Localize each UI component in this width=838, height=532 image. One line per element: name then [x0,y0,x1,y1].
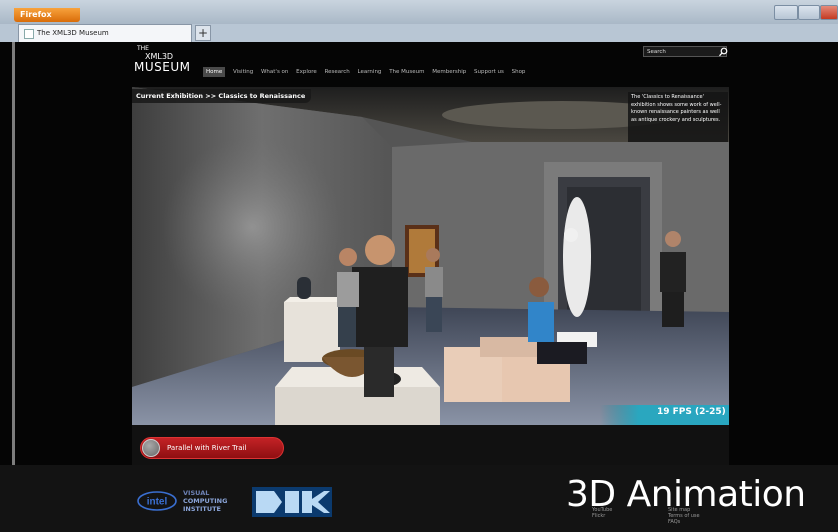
nav-item-the-museum[interactable]: The Museum [389,67,424,77]
footer-link-faqs[interactable]: FAQs [668,519,700,525]
nav-item-whats-on[interactable]: What's on [261,67,288,77]
intel-logo[interactable]: intel [137,490,177,512]
minimize-button[interactable] [774,5,798,20]
intel-logo-text: intel [147,497,168,508]
main-nav: Home Visiting What's on Explore Research… [203,67,531,77]
fps-counter: 19 FPS (2-25) [657,407,726,417]
nav-item-explore[interactable]: Explore [296,67,317,77]
nav-item-home[interactable]: Home [203,67,226,77]
firefox-menu-button[interactable]: Firefox [14,8,80,22]
nav-item-learning[interactable]: Learning [358,67,382,77]
close-button[interactable] [820,5,838,20]
nav-item-membership[interactable]: Membership [432,67,466,77]
video-caption-overlay: 3D Animation [566,474,806,515]
river-trail-toggle-button[interactable]: Parallel with River Trail [140,437,284,459]
maximize-button[interactable] [798,5,820,20]
search-icon[interactable] [718,47,728,57]
tab-title: The XML3D Museum [37,29,109,37]
nav-item-shop[interactable]: Shop [512,67,526,77]
page-icon [24,29,34,39]
dfki-logo[interactable] [252,487,332,517]
browser-titlebar [0,0,838,24]
exhibition-description: The 'Classics to Renaissance' exhibition… [628,92,728,142]
visual-computing-institute-logo[interactable]: VISUAL COMPUTING INSTITUTE [183,489,227,513]
browser-tab[interactable]: The XML3D Museum [18,24,192,42]
toggle-knob-icon[interactable] [142,439,160,457]
exhibition-breadcrumb[interactable]: Current Exhibition >> Classics to Renais… [132,89,312,103]
nav-item-visiting[interactable]: Visiting [233,67,253,77]
new-tab-button[interactable]: + [195,25,211,41]
nav-item-support-us[interactable]: Support us [474,67,504,77]
scrollbar[interactable] [12,42,15,532]
search-input[interactable]: Search [643,46,727,57]
nav-item-research[interactable]: Research [325,67,350,77]
